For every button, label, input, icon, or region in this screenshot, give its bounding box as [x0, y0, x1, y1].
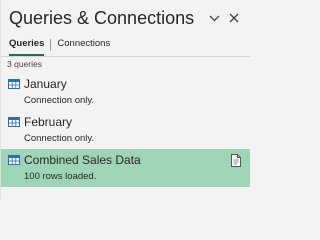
query-count: 3 queries: [7, 59, 42, 69]
document-icon[interactable]: [231, 154, 241, 167]
tabs-divider: [1, 56, 250, 57]
queries-connections-pane: Queries & Connections Queries Connection…: [0, 0, 250, 200]
pane-tabs: Queries Connections: [9, 37, 110, 56]
tab-queries[interactable]: Queries: [9, 37, 45, 56]
query-item-february[interactable]: February Connection only.: [1, 111, 250, 147]
query-item-january[interactable]: January Connection only.: [1, 73, 250, 109]
pane-close-button[interactable]: [226, 10, 242, 26]
chevron-down-icon: [209, 15, 219, 21]
table-icon: [8, 79, 20, 89]
query-list: January Connection only. February Connec…: [1, 73, 250, 189]
table-icon: [8, 117, 20, 127]
query-name: February: [24, 115, 73, 129]
tab-connections[interactable]: Connections: [57, 37, 110, 53]
query-status: Connection only.: [24, 95, 95, 106]
query-item-combined-sales-data[interactable]: Combined Sales Data 100 rows loaded.: [1, 149, 250, 187]
query-name: Combined Sales Data: [24, 153, 141, 167]
close-icon: [229, 13, 239, 23]
query-status: 100 rows loaded.: [24, 171, 97, 182]
pane-header: Queries & Connections: [9, 6, 244, 30]
pane-options-button[interactable]: [206, 10, 222, 26]
table-icon: [8, 155, 20, 165]
query-name: January: [24, 77, 67, 91]
tab-separator: [50, 39, 52, 51]
pane-title: Queries & Connections: [9, 8, 195, 28]
query-status: Connection only.: [24, 133, 95, 144]
